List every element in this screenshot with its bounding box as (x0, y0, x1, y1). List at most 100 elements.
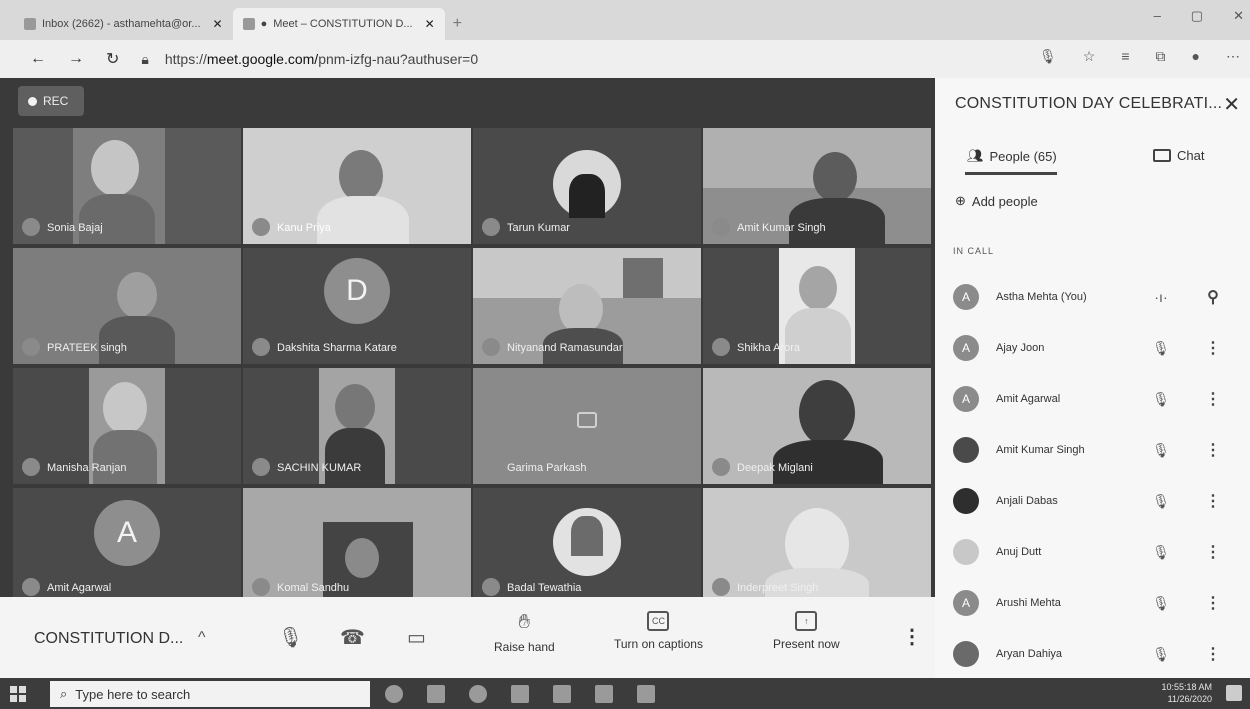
video-tile[interactable]: A Amit Agarwal (13, 488, 241, 604)
participant-row[interactable]: Anjali Dabas 🎙︎ ⋮ (953, 476, 1238, 526)
profile-icon[interactable]: ● (1192, 48, 1200, 65)
add-people-button[interactable]: ⊕ Add people (955, 193, 1038, 209)
video-tile[interactable]: D Dakshita Sharma Katare (243, 248, 471, 364)
tab-meet-label: Meet – CONSTITUTION D... (273, 18, 413, 30)
more-options-icon[interactable]: ⋮ (902, 624, 922, 649)
more-vert-icon[interactable]: ⋮ (1198, 491, 1228, 511)
rec-dot-icon (28, 96, 37, 106)
more-vert-icon[interactable]: ⋮ (1198, 644, 1228, 664)
muted-mic-icon (252, 458, 270, 476)
video-tile[interactable]: Komal Sandhu (243, 488, 471, 604)
gmail-icon (24, 18, 36, 30)
video-tile[interactable]: Deepak Miglani (703, 368, 931, 484)
close-panel-icon[interactable]: ✕ (1223, 92, 1240, 117)
video-tile[interactable]: Sonia Bajaj (13, 128, 241, 244)
taskbar-search-input[interactable]: ⌕ Type here to search (50, 681, 370, 707)
present-now-button[interactable]: ↑ Present now (773, 611, 840, 651)
url-field[interactable]: 🔒︎ https://meet.google.com/pnm-izfg-nau?… (141, 51, 478, 68)
video-tile[interactable]: Nityanand Ramasundar (473, 248, 701, 364)
participant-row[interactable]: A Astha Mehta (You) ·ı· ⚲ (953, 272, 1238, 322)
file-explorer-icon[interactable] (511, 685, 529, 703)
mic-off-icon: 🎙︎ (1152, 441, 1170, 458)
task-view-icon[interactable] (427, 685, 445, 703)
microphone-icon[interactable]: 🎙︎ (278, 625, 303, 650)
close-icon[interactable]: ✕ (213, 17, 223, 31)
captions-button[interactable]: CC Turn on captions (614, 611, 703, 651)
participant-row[interactable]: A Amit Agarwal 🎙︎ ⋮ (953, 374, 1238, 424)
recording-badge: REC (18, 86, 84, 116)
tab-meet[interactable]: ● Meet – CONSTITUTION D... ✕ (232, 8, 445, 40)
tile-name: SACHIN KUMAR (277, 462, 362, 474)
minimize-icon[interactable]: – (1154, 8, 1161, 24)
more-vert-icon[interactable]: ⋮ (1198, 542, 1228, 562)
avatar: A (953, 386, 979, 412)
browser-toolbar-icons: 🎙︎ ☆ ≡ ⧉ ● ⋯ (1039, 48, 1240, 65)
video-tile[interactable]: Shikha Arora (703, 248, 931, 364)
raise-hand-button[interactable]: ✋︎ Raise hand (494, 611, 555, 654)
store-icon[interactable] (553, 685, 571, 703)
participant-row[interactable]: A Arushi Mehta 🎙︎ ⋮ (953, 578, 1238, 628)
video-tile[interactable]: Manisha Ranjan (13, 368, 241, 484)
word-icon[interactable] (595, 685, 613, 703)
tile-name: Nityanand Ramasundar (507, 342, 623, 354)
notification-icon[interactable] (1226, 685, 1242, 701)
participant-name: Aryan Dahiya (996, 648, 1063, 660)
more-vert-icon[interactable]: ⋮ (1198, 338, 1228, 358)
video-tile[interactable]: Garima Parkash (473, 368, 701, 484)
maximize-icon[interactable]: ▢ (1191, 8, 1203, 24)
participant-row[interactable]: Amit Kumar Singh 🎙︎ ⋮ (953, 425, 1238, 475)
participant-name: Amit Kumar Singh (996, 444, 1085, 456)
avatar: D (324, 258, 390, 324)
muted-mic-icon (22, 578, 40, 596)
rec-label: REC (43, 94, 69, 108)
leave-call-icon[interactable]: ☎︎ (340, 625, 365, 650)
tile-name: Kanu Priya (277, 222, 331, 234)
muted-mic-icon (252, 578, 270, 596)
mail-icon[interactable] (637, 685, 655, 703)
camera-icon[interactable]: ▭ (407, 625, 426, 650)
refresh-icon[interactable]: ↻ (106, 49, 119, 69)
screen: Inbox (2662) - asthamehta@or... ✕ ● Meet… (0, 0, 1250, 709)
star-icon[interactable]: ☆ (1083, 48, 1096, 65)
windows-start-icon[interactable] (10, 686, 26, 702)
windows-taskbar: ⌕ Type here to search 10:55:18 AM 11/26/… (0, 678, 1250, 709)
favorites-icon[interactable]: ≡ (1121, 48, 1129, 65)
new-tab-icon[interactable]: + (453, 15, 462, 33)
tab-chat[interactable]: Chat (1153, 148, 1204, 163)
more-vert-icon[interactable]: ⋮ (1198, 389, 1228, 409)
tab-inbox[interactable]: Inbox (2662) - asthamehta@or... ✕ (14, 8, 233, 40)
collections-icon[interactable]: ⧉ (1156, 48, 1166, 65)
video-tile[interactable]: SACHIN KUMAR (243, 368, 471, 484)
video-tile[interactable]: PRATEEK singh (13, 248, 241, 364)
more-vert-icon[interactable]: ⋮ (1198, 440, 1228, 460)
video-tile[interactable]: Inderpreet Singh (703, 488, 931, 604)
more-vert-icon[interactable]: ⋮ (1198, 593, 1228, 613)
tile-name: Komal Sandhu (277, 582, 350, 594)
participant-row[interactable]: Aryan Dahiya 🎙︎ ⋮ (953, 629, 1238, 679)
chevron-up-icon[interactable]: ^ (198, 629, 206, 647)
video-tile[interactable]: Tarun Kumar (473, 128, 701, 244)
participant-row[interactable]: A Ajay Joon 🎙︎ ⋮ (953, 323, 1238, 373)
window-close-icon[interactable]: ✕ (1233, 8, 1244, 24)
muted-mic-icon (482, 458, 500, 476)
video-tile[interactable]: Kanu Priya (243, 128, 471, 244)
cortana-icon[interactable] (385, 685, 403, 703)
forward-icon[interactable]: → (68, 50, 84, 68)
video-tile[interactable]: Badal Tewathia (473, 488, 701, 604)
url-prefix: https:// (164, 51, 207, 67)
participant-row[interactable]: Anuj Dutt 🎙︎ ⋮ (953, 527, 1238, 577)
close-icon[interactable]: ✕ (425, 17, 435, 31)
tab-people[interactable]: 👥︎ People (65) (967, 148, 1057, 164)
more-icon[interactable]: ⋯ (1226, 48, 1240, 65)
taskbar-clock[interactable]: 10:55:18 AM 11/26/2020 (1161, 681, 1212, 705)
tile-name: Amit Kumar Singh (737, 222, 826, 234)
back-icon[interactable]: ← (30, 50, 46, 68)
mic-icon[interactable]: 🎙︎ (1039, 48, 1057, 65)
avatar: A (94, 500, 160, 566)
pin-icon[interactable]: ⚲ (1198, 287, 1228, 307)
edge-icon[interactable] (469, 685, 487, 703)
video-tile[interactable]: Amit Kumar Singh (703, 128, 931, 244)
meeting-title[interactable]: CONSTITUTION D... (34, 630, 183, 648)
tile-name: Sonia Bajaj (47, 222, 103, 234)
people-panel: CONSTITUTION DAY CELEBRATI... ✕ 👥︎ Peopl… (935, 78, 1250, 678)
